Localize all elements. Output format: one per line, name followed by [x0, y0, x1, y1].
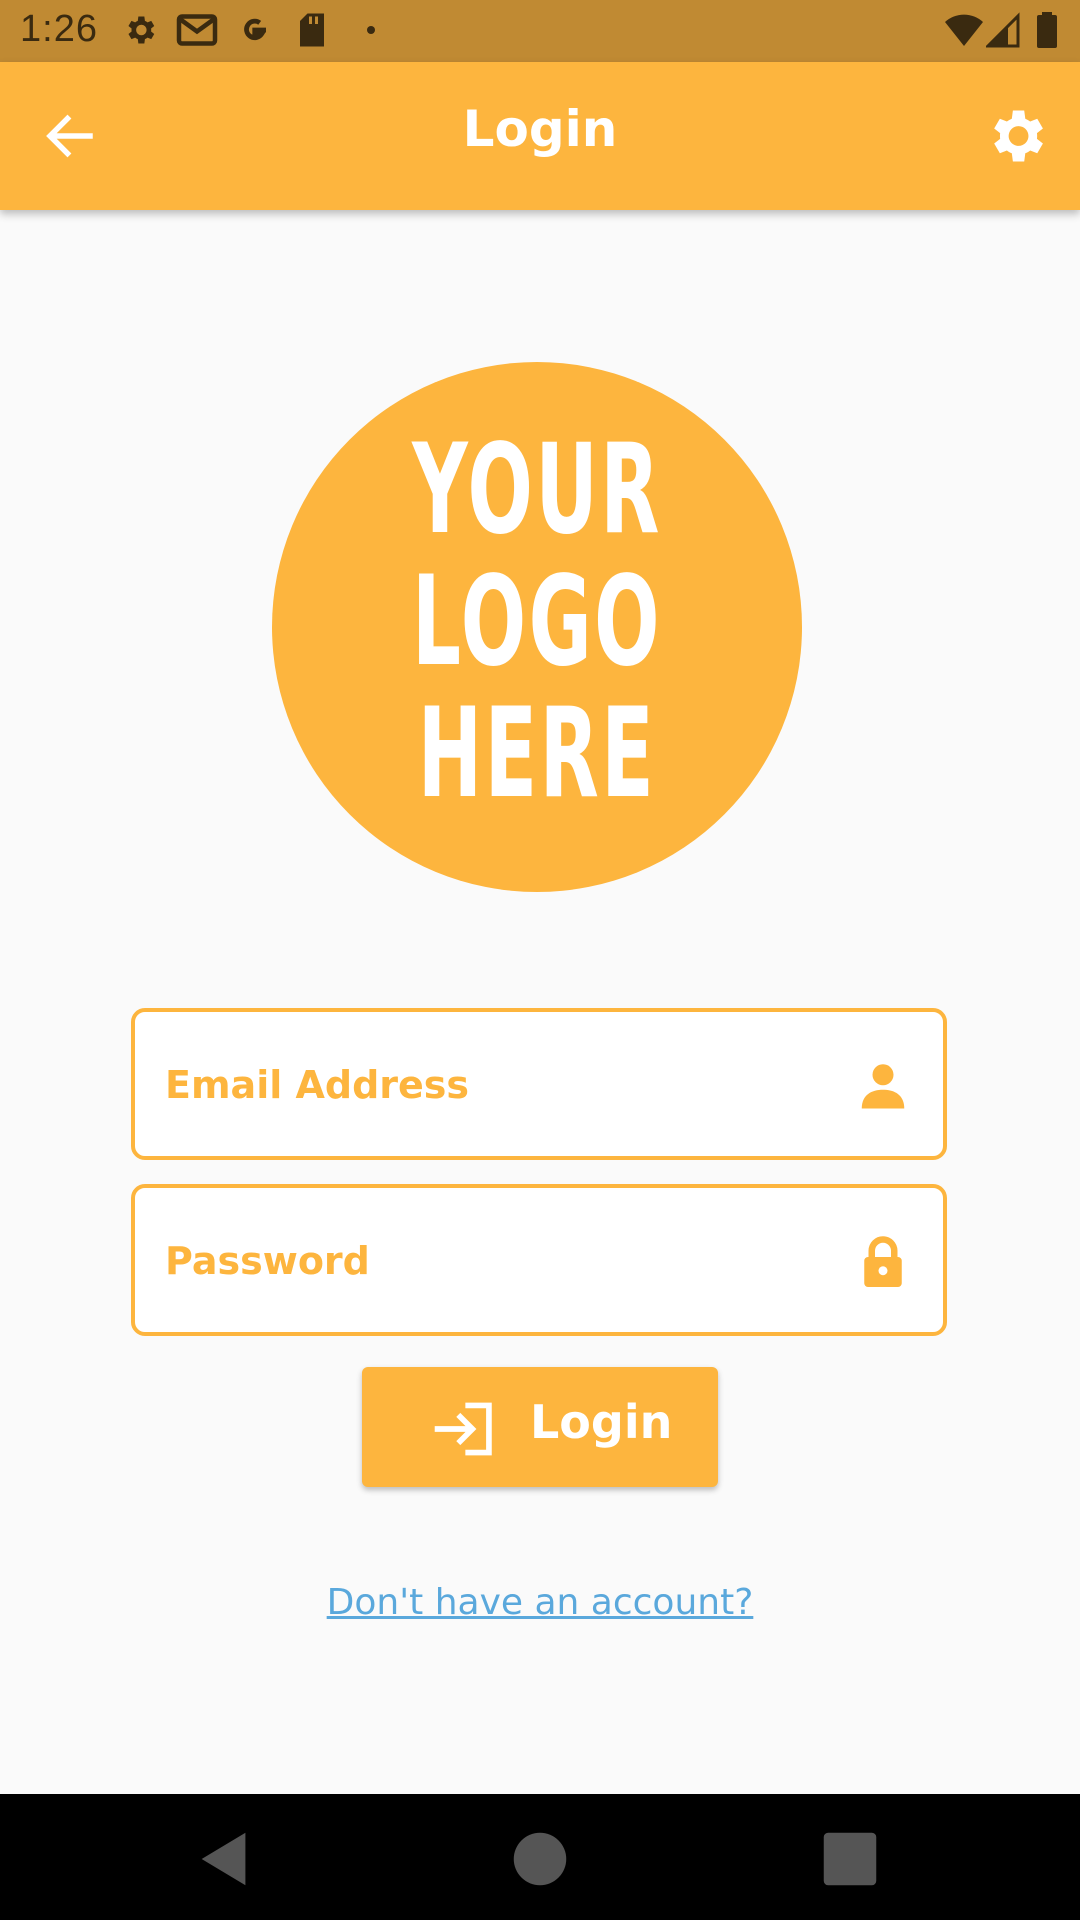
email-input[interactable]: [163, 1012, 847, 1158]
person-icon: [861, 1064, 905, 1109]
google-icon: [244, 18, 267, 41]
login-button-label: Login: [530, 1395, 673, 1449]
email-field[interactable]: [131, 1008, 947, 1160]
recents-square-icon[interactable]: [815, 1824, 885, 1894]
wifi-icon: [945, 14, 983, 46]
page-title: Login: [462, 100, 618, 158]
gear-icon: [128, 16, 155, 44]
logo-line: YOUR: [412, 418, 662, 562]
lock-icon: [864, 1236, 902, 1287]
signal-icon: [986, 12, 1020, 48]
sd-card-icon: [300, 13, 324, 47]
logo-line: LOGO: [412, 550, 662, 694]
app-bar: Login: [0, 62, 1080, 210]
dot-icon: [367, 26, 375, 34]
settings-button[interactable]: [982, 102, 1050, 170]
login-button[interactable]: Login: [362, 1367, 718, 1487]
logo-text: YOUR LOGO HERE: [373, 424, 702, 820]
signup-link[interactable]: Don't have an account?: [0, 1582, 1080, 1623]
gear-icon: [994, 110, 1043, 162]
battery-icon: [1037, 12, 1057, 48]
logo: YOUR LOGO HERE: [272, 362, 802, 892]
back-triangle-icon[interactable]: [190, 1824, 260, 1894]
home-circle-icon[interactable]: [505, 1824, 575, 1894]
logo-line: HERE: [417, 682, 657, 826]
login-arrow-icon: [434, 1402, 492, 1456]
password-input[interactable]: [163, 1188, 847, 1334]
status-time: 1:26: [20, 8, 98, 50]
password-field[interactable]: [131, 1184, 947, 1336]
nav-bar: [0, 1794, 1080, 1920]
status-bar: 1:26: [0, 0, 1080, 62]
gmail-icon: [176, 14, 218, 46]
